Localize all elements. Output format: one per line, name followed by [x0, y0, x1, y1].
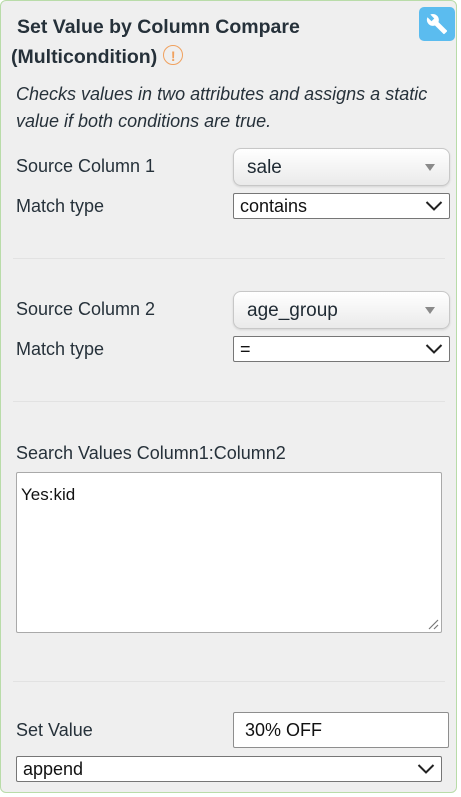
- exclamation-circle-icon[interactable]: !: [163, 45, 184, 65]
- source-column-2-label: Source Column 2: [16, 299, 156, 319]
- match-type-2-select[interactable]: =: [233, 336, 450, 362]
- set-value-text: 30% OFF: [245, 720, 323, 740]
- set-value-mode-value: append: [23, 759, 84, 779]
- source-column-1-value: sale: [247, 157, 282, 178]
- match-type-2-label: Match type: [16, 339, 105, 359]
- resize-grip-icon[interactable]: [427, 618, 439, 630]
- section-divider: [13, 258, 445, 259]
- panel-title-line2-row: (Multicondition)!: [11, 43, 184, 71]
- match-type-1-select[interactable]: contains: [233, 193, 450, 219]
- settings-button[interactable]: [419, 7, 455, 41]
- dropdown-arrow-icon: [425, 164, 435, 171]
- match-type-1-value: contains: [240, 196, 308, 216]
- search-values-label: Search Values Column1:Column2: [16, 443, 286, 463]
- panel-description: Checks values in two attributes and assi…: [16, 84, 428, 131]
- source-column-1-select[interactable]: sale: [233, 148, 450, 186]
- panel-title-line2: (Multicondition): [11, 46, 158, 68]
- source-column-2-value: age_group: [247, 300, 338, 321]
- multicondition-panel: Set Value by Column Compare (Multicondit…: [0, 0, 457, 793]
- panel-title-line1: Set Value by Column Compare: [17, 16, 300, 38]
- chevron-down-icon: [425, 344, 443, 354]
- panel-title: Set Value by Column Compare: [17, 11, 397, 43]
- section-divider: [13, 401, 445, 402]
- search-values-textarea[interactable]: Yes:kid: [16, 472, 442, 633]
- set-value-input[interactable]: 30% OFF: [233, 712, 449, 748]
- match-type-1-label: Match type: [16, 196, 105, 216]
- source-column-2-select[interactable]: age_group: [233, 291, 450, 329]
- wrench-icon: [426, 14, 448, 35]
- chevron-down-icon: [417, 764, 435, 774]
- chevron-down-icon: [425, 201, 443, 211]
- source-column-1-label: Source Column 1: [16, 156, 156, 176]
- dropdown-arrow-icon: [425, 307, 435, 314]
- section-divider: [13, 681, 445, 682]
- set-value-label: Set Value: [16, 720, 93, 740]
- search-values-text: Yes:kid: [21, 485, 76, 504]
- set-value-mode-select[interactable]: append: [16, 756, 442, 782]
- match-type-2-value: =: [240, 339, 251, 359]
